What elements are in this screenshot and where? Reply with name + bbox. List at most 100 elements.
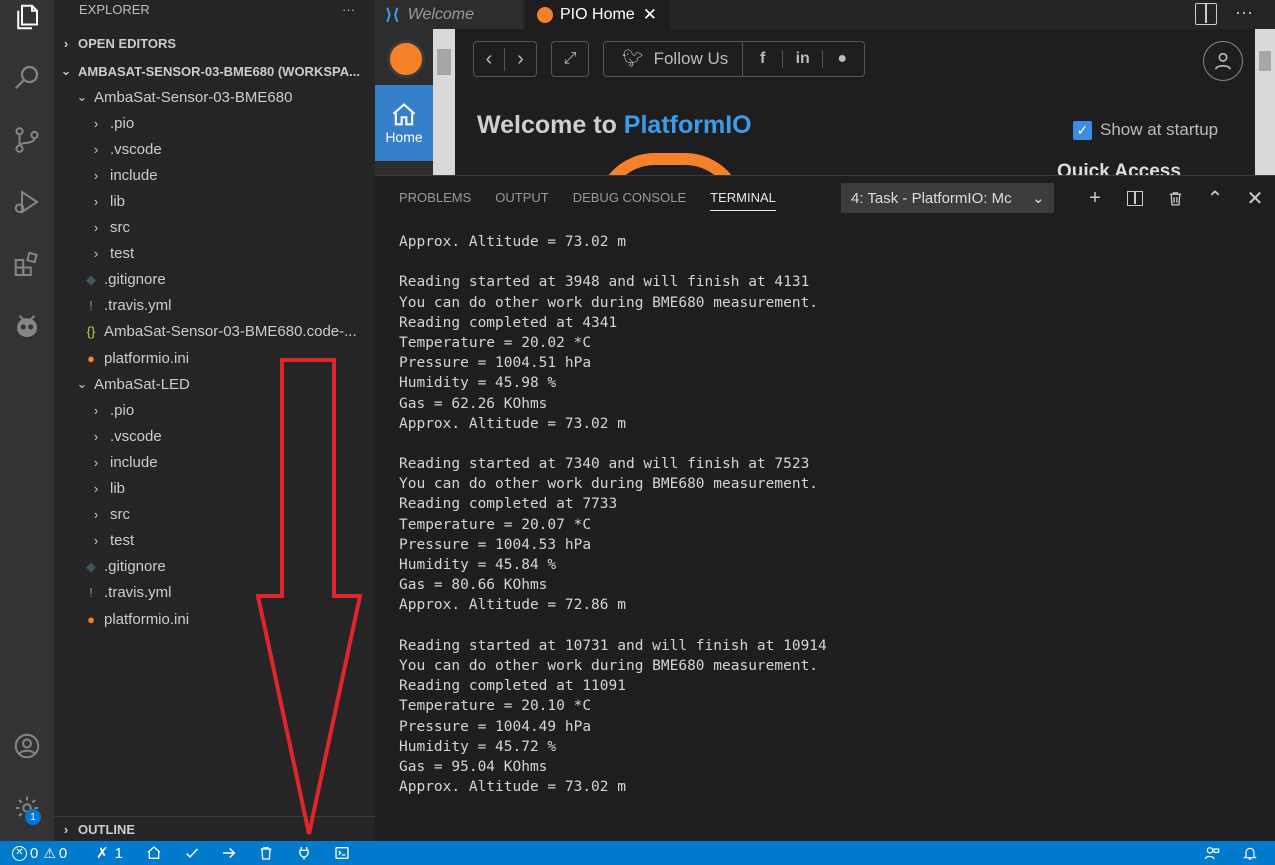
tasks-status[interactable]: ✗ 1 <box>96 841 123 865</box>
tab-debug-console[interactable]: DEBUG CONSOLE <box>573 190 686 211</box>
source-control-icon[interactable] <box>0 115 54 165</box>
terminal-line: You can do other work during BME680 meas… <box>399 294 819 311</box>
pio-upload-button[interactable] <box>221 841 237 865</box>
forward-button[interactable]: › <box>505 48 536 71</box>
terminal-line: Pressure = 1004.51 hPa <box>399 355 592 372</box>
facebook-icon[interactable]: f <box>743 50 784 68</box>
folder-row[interactable]: › .pio <box>54 110 375 136</box>
follow-us-button[interactable]: 🐦︎ Follow Us <box>604 42 744 76</box>
show-at-startup-checkbox[interactable]: ✓ Show at startup <box>1073 120 1218 140</box>
maximize-panel-icon[interactable]: ⌃ <box>1195 186 1235 210</box>
pio-clean-button[interactable] <box>258 841 274 865</box>
settings-badge: 1 <box>25 809 41 825</box>
folder-row[interactable]: › include <box>54 162 375 188</box>
tree-item-label: include <box>110 166 158 184</box>
new-terminal-icon[interactable]: + <box>1075 186 1115 210</box>
project-folder-label: AmbaSat-LED <box>94 375 190 393</box>
extensions-icon[interactable] <box>0 240 54 290</box>
bell-icon <box>1243 847 1257 860</box>
explorer-icon[interactable] <box>0 0 54 42</box>
workspace-section[interactable]: ⌄ AMBASAT-SENSOR-03-BME680 (WORKSPA... <box>54 58 375 84</box>
settings-gear-icon[interactable]: 1 <box>0 783 54 833</box>
project-folder-label: AmbaSat-Sensor-03-BME680 <box>94 88 293 106</box>
kill-terminal-icon[interactable] <box>1155 186 1195 210</box>
tree-item-label: .gitignore <box>104 558 166 576</box>
pio-terminal-button[interactable] <box>334 841 350 865</box>
terminal-line: Approx. Altitude = 73.02 m <box>399 234 626 250</box>
chevron-down-icon: ⌄ <box>60 63 72 78</box>
nav-buttons: ‹ › <box>473 41 537 77</box>
notifications-button[interactable] <box>1242 841 1258 865</box>
chevron-right-icon: › <box>93 428 99 444</box>
split-terminal-icon[interactable] <box>1115 186 1155 210</box>
pio-build-button[interactable] <box>184 841 200 865</box>
github-icon[interactable]: ● <box>823 50 861 68</box>
arrow-right-icon <box>223 847 236 859</box>
problems-status[interactable]: ✕ 0 ⚠ 0 <box>12 841 67 865</box>
file-row[interactable]: ! .travis.yml <box>54 293 375 319</box>
more-actions-icon[interactable]: ··· <box>342 0 355 22</box>
tab-terminal[interactable]: TERMINAL <box>710 190 776 211</box>
chevron-right-icon: › <box>93 481 99 496</box>
open-editors-section[interactable]: › OPEN EDITORS <box>54 30 375 56</box>
tab-welcome[interactable]: ⟩⟨ Welcome <box>375 0 523 29</box>
editor-tab-bar: ⟩⟨ Welcome PIO Home ✕ ··· <box>375 0 1275 29</box>
feedback-button[interactable] <box>1204 841 1220 865</box>
quick-access-heading: Quick Access <box>1057 161 1181 175</box>
pio-serial-monitor-button[interactable] <box>296 841 312 865</box>
folder-row[interactable]: › src <box>54 215 375 241</box>
linkedin-icon[interactable]: in <box>783 50 824 68</box>
tree-item-label: include <box>110 453 158 471</box>
file-row[interactable]: ◆ .gitignore <box>54 267 375 293</box>
tab-output[interactable]: OUTPUT <box>495 190 548 211</box>
fullscreen-button[interactable]: ⤢ <box>551 41 589 77</box>
run-debug-icon[interactable] <box>0 177 54 227</box>
project-folder-row[interactable]: ⌄ AmbaSat-Sensor-03-BME680 <box>54 84 375 110</box>
close-icon[interactable]: ✕ <box>643 5 657 25</box>
tab-pio-home[interactable]: PIO Home ✕ <box>525 0 670 29</box>
tree-item-label: .travis.yml <box>104 297 172 315</box>
tree-item-label: test <box>110 245 135 263</box>
back-button[interactable]: ‹ <box>474 47 506 71</box>
platformio-icon[interactable] <box>0 302 54 352</box>
file-row[interactable]: {} AmbaSat-Sensor-03-BME680.code-... <box>54 319 375 345</box>
account-icon[interactable] <box>0 721 54 771</box>
check-icon <box>186 848 198 859</box>
tree-item-label: lib <box>110 480 126 497</box>
expand-icon: ⤢ <box>563 50 577 67</box>
terminal-output[interactable]: Approx. Altitude = 73.02 m Reading starte… <box>399 232 827 797</box>
pio-home-nav[interactable]: Home <box>375 85 433 161</box>
pio-sidebar: Home <box>375 29 455 175</box>
warning-count: 0 <box>58 844 68 862</box>
pio-home-button[interactable] <box>146 841 162 865</box>
trash-icon <box>260 847 272 860</box>
more-actions-icon[interactable]: ··· <box>1235 2 1253 23</box>
folder-row[interactable]: › .vscode <box>54 136 375 162</box>
terminal-line: Reading started at 10731 and will finish… <box>399 637 827 654</box>
pio-sidebar-scrollbar[interactable] <box>433 29 455 175</box>
terminal-line: Gas = 95.04 KOhms <box>399 758 548 775</box>
terminal-icon <box>335 847 349 859</box>
folder-row[interactable]: › lib <box>54 188 375 214</box>
terminal-line: Reading started at 3948 and will finish … <box>399 274 810 291</box>
terminal-line: Humidity = 45.84 % <box>399 557 557 573</box>
home-icon <box>392 103 416 126</box>
welcome-heading: Welcome to PlatformIO <box>477 111 752 140</box>
terminal-line: Humidity = 45.72 % <box>399 738 557 755</box>
split-editor-icon[interactable] <box>1195 3 1217 25</box>
user-account-button[interactable] <box>1203 41 1243 81</box>
chevron-down-icon: ⌄ <box>76 376 88 392</box>
tab-problems[interactable]: PROBLEMS <box>399 190 471 211</box>
webview-scrollbar[interactable] <box>1255 29 1275 175</box>
follow-us-label: Follow Us <box>653 49 729 68</box>
welcome-brand: PlatformIO <box>623 111 752 139</box>
workspace-label: AMBASAT-SENSOR-03-BME680 (WORKSPA... <box>78 63 360 79</box>
terminal-select[interactable]: 4: Task - PlatformIO: Mc ⌄ <box>841 183 1054 213</box>
search-icon[interactable] <box>0 52 54 102</box>
error-icon: ✕ <box>12 845 27 861</box>
close-panel-icon[interactable]: ✕ <box>1235 186 1275 210</box>
error-count: 0 <box>30 844 39 862</box>
folder-row[interactable]: › test <box>54 241 375 267</box>
